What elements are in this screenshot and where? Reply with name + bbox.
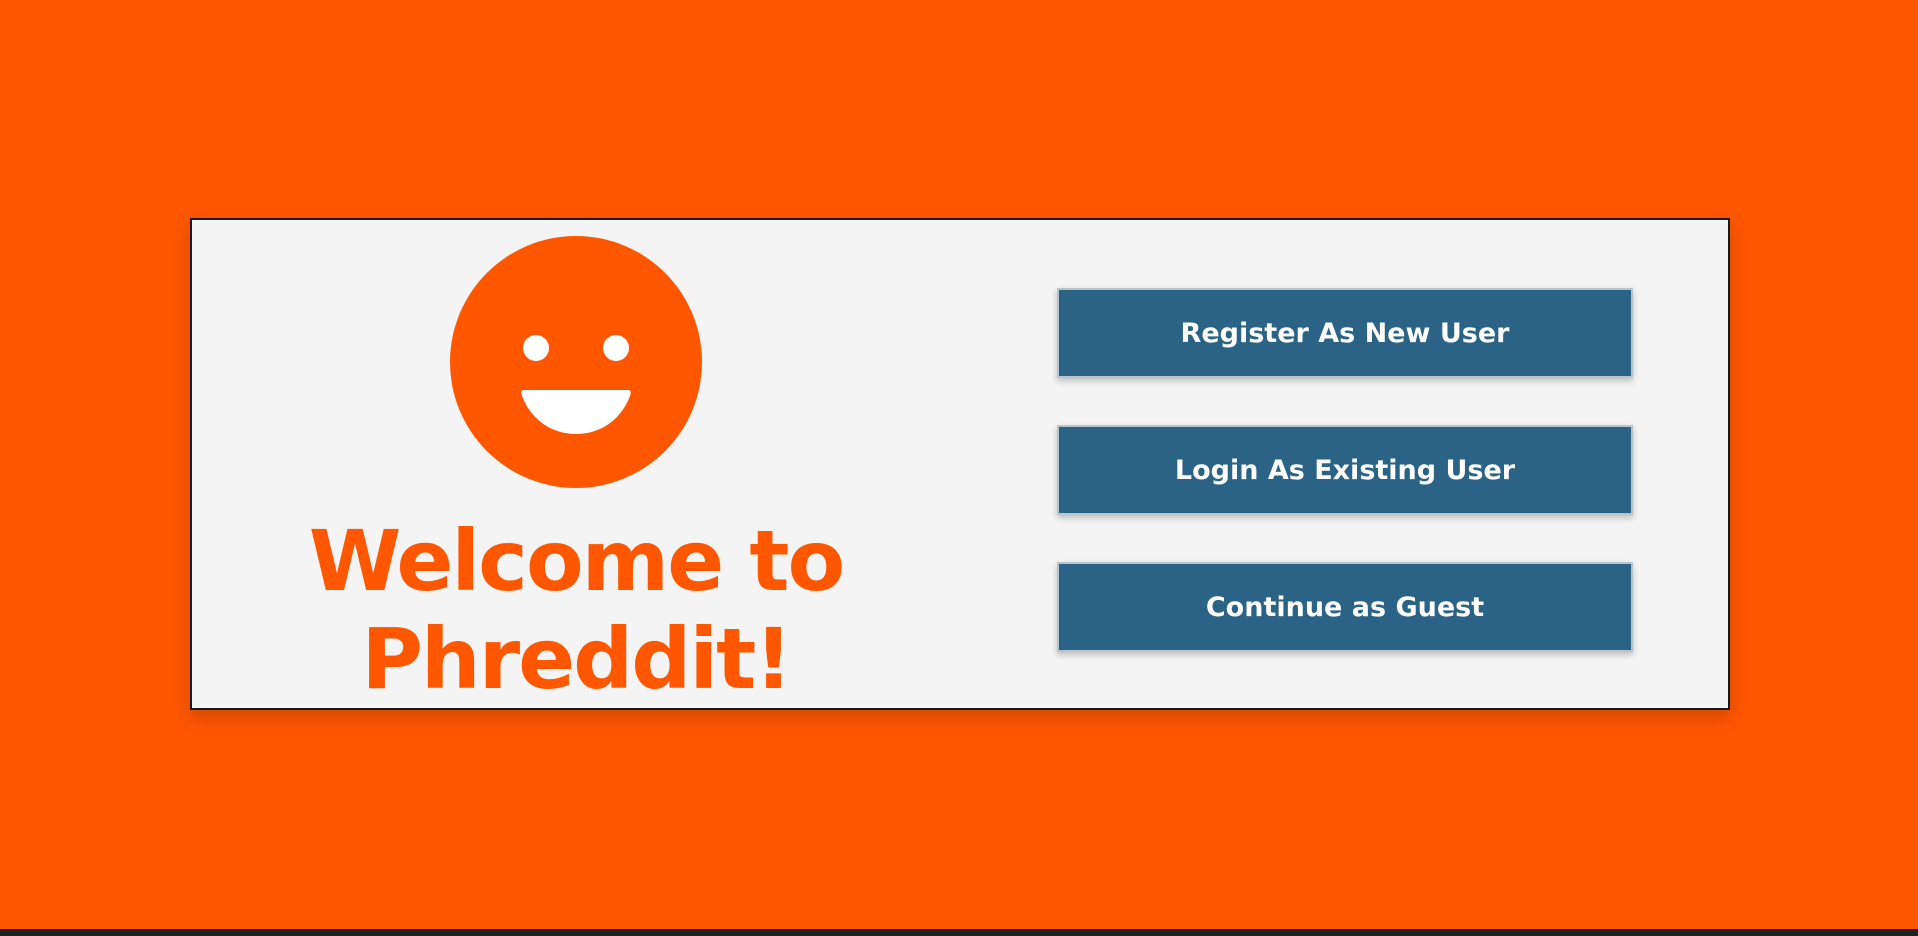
smiley-face-icon [450, 236, 702, 488]
auth-actions: Register As New User Login As Existing U… [1057, 288, 1633, 699]
welcome-card: Welcome to Phreddit! Register As New Use… [190, 218, 1730, 710]
continue-as-guest-button[interactable]: Continue as Guest [1057, 562, 1633, 652]
login-button-label: Login As Existing User [1174, 454, 1516, 486]
welcome-line-2: Phreddit! [361, 610, 792, 708]
register-button-label: Register As New User [1180, 317, 1510, 349]
welcome-line-1: Welcome to [308, 512, 846, 610]
register-button[interactable]: Register As New User [1057, 288, 1633, 378]
welcome-heading: Welcome to Phreddit! [266, 512, 886, 708]
login-button[interactable]: Login As Existing User [1057, 425, 1633, 515]
guest-button-label: Continue as Guest [1205, 591, 1485, 623]
welcome-page: Welcome to Phreddit! Register As New Use… [0, 0, 1918, 929]
